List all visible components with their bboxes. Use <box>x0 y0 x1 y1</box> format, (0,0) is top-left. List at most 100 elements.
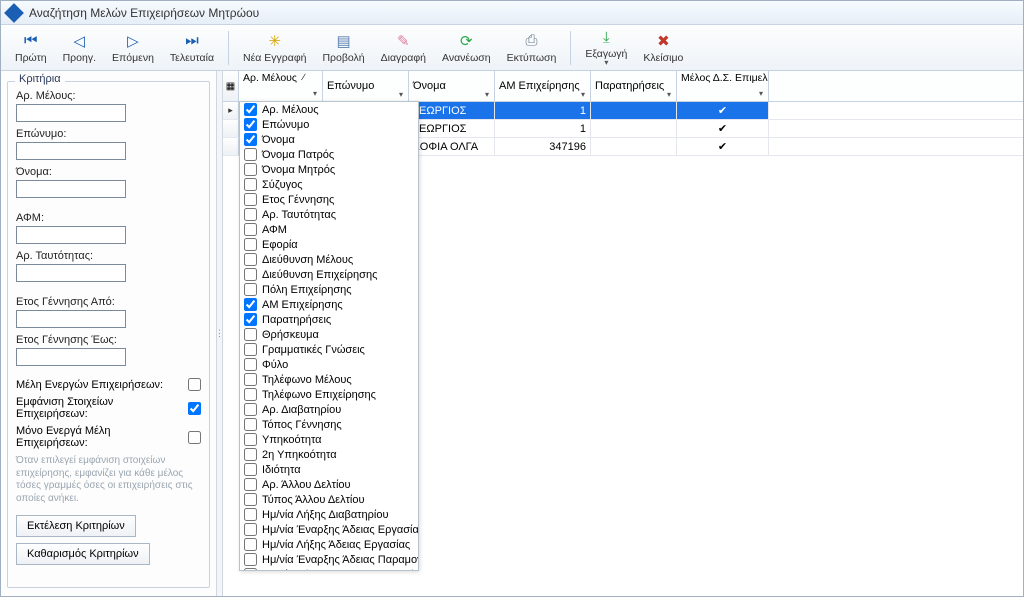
export-button[interactable]: ⤓Εξαγωγή▾ <box>577 26 635 69</box>
ar-melous-input[interactable] <box>16 104 126 122</box>
picker-checkbox[interactable] <box>244 403 257 416</box>
picker-checkbox[interactable] <box>244 373 257 386</box>
col-ar-melous[interactable]: Αρ. Μέλους∕▾ <box>239 71 323 101</box>
dropdown-icon[interactable]: ▾ <box>664 89 674 99</box>
col-paratiriseis[interactable]: Παρατηρήσεις▾ <box>591 71 677 101</box>
picker-item[interactable]: Τηλέφωνο Επιχείρησης <box>240 387 418 402</box>
picker-checkbox[interactable] <box>244 313 257 326</box>
picker-item[interactable]: Διεύθυνση Μέλους <box>240 252 418 267</box>
col-onoma[interactable]: Όνομα▾ <box>409 71 495 101</box>
picker-item[interactable]: Γραμματικές Γνώσεις <box>240 342 418 357</box>
picker-item[interactable]: Ημ/νία Λήξης Άδειας Εργασίας <box>240 537 418 552</box>
picker-item[interactable]: Τηλέφωνο Μέλους <box>240 372 418 387</box>
close-button[interactable]: ✖Κλείσιμο <box>635 30 691 66</box>
first-button[interactable]: ⏮Πρώτη <box>7 30 55 66</box>
picker-item[interactable]: ΑΜ Επιχείρησης <box>240 297 418 312</box>
picker-checkbox[interactable] <box>244 568 257 571</box>
picker-item[interactable]: Όνομα Πατρός <box>240 147 418 162</box>
clear-button[interactable]: Καθαρισμός Κριτηρίων <box>16 543 150 565</box>
picker-item[interactable]: Ιδιότητα <box>240 462 418 477</box>
col-melos-ds[interactable]: Μέλος Δ.Σ. Επιμελητηρίου▾ <box>677 71 769 101</box>
picker-item[interactable]: Σύζυγος <box>240 177 418 192</box>
picker-item[interactable]: Παρατηρήσεις <box>240 312 418 327</box>
column-picker[interactable]: Αρ. ΜέλουςΕπώνυμοΌνομαΌνομα ΠατρόςΌνομα … <box>239 101 419 571</box>
dropdown-icon[interactable]: ▾ <box>482 89 492 99</box>
picker-item[interactable]: Όνομα <box>240 132 418 147</box>
dropdown-icon[interactable]: ▾ <box>756 89 766 99</box>
refresh-button[interactable]: ⟳Ανανέωση <box>434 30 499 66</box>
prev-button[interactable]: ◁Προηγ. <box>55 30 104 66</box>
etos-apo-input[interactable] <box>16 310 126 328</box>
picker-checkbox[interactable] <box>244 163 257 176</box>
picker-checkbox[interactable] <box>244 148 257 161</box>
picker-checkbox[interactable] <box>244 133 257 146</box>
picker-checkbox[interactable] <box>244 463 257 476</box>
ar-taut-input[interactable] <box>16 264 126 282</box>
picker-item[interactable]: Ημ/νία Λήξης Άδειας Παραμονής <box>240 567 418 571</box>
picker-checkbox[interactable] <box>244 268 257 281</box>
etos-eos-input[interactable] <box>16 348 126 366</box>
picker-checkbox[interactable] <box>244 508 257 521</box>
new-button[interactable]: ✳Νέα Εγγραφή <box>235 30 314 66</box>
dropdown-icon[interactable]: ▾ <box>310 89 320 99</box>
eponymo-input[interactable] <box>16 142 126 160</box>
col-am-epix[interactable]: ΑΜ Επιχείρησης▾ <box>495 71 591 101</box>
last-button[interactable]: ⏭Τελευταία <box>162 30 222 66</box>
picker-checkbox[interactable] <box>244 388 257 401</box>
picker-checkbox[interactable] <box>244 178 257 191</box>
picker-checkbox[interactable] <box>244 358 257 371</box>
col-eponymo[interactable]: Επώνυμο▾ <box>323 71 409 101</box>
picker-item[interactable]: Ημ/νία Έναρξης Άδειας Παραμονής <box>240 552 418 567</box>
picker-item[interactable]: Όνομα Μητρός <box>240 162 418 177</box>
picker-checkbox[interactable] <box>244 208 257 221</box>
dropdown-icon[interactable]: ▾ <box>396 89 406 99</box>
picker-item[interactable]: Αρ. Μέλους <box>240 102 418 117</box>
picker-item[interactable]: Τόπος Γέννησης <box>240 417 418 432</box>
picker-checkbox[interactable] <box>244 343 257 356</box>
picker-item[interactable]: Πόλη Επιχείρησης <box>240 282 418 297</box>
picker-checkbox[interactable] <box>244 253 257 266</box>
picker-item[interactable]: Ημ/νία Έναρξης Άδειας Εργασίας <box>240 522 418 537</box>
picker-item[interactable]: ΑΦΜ <box>240 222 418 237</box>
picker-checkbox[interactable] <box>244 448 257 461</box>
picker-item[interactable]: Ετος Γέννησης <box>240 192 418 207</box>
picker-checkbox[interactable] <box>244 523 257 536</box>
picker-checkbox[interactable] <box>244 238 257 251</box>
execute-button[interactable]: Εκτέλεση Κριτηρίων <box>16 515 136 537</box>
picker-checkbox[interactable] <box>244 193 257 206</box>
picker-item[interactable]: Αρ. Άλλου Δελτίου <box>240 477 418 492</box>
mono-energa-checkbox[interactable] <box>188 431 201 444</box>
view-button[interactable]: ▤Προβολή <box>314 30 372 66</box>
picker-checkbox[interactable] <box>244 103 257 116</box>
picker-item[interactable]: Αρ. Ταυτότητας <box>240 207 418 222</box>
picker-item[interactable]: Υπηκοότητα <box>240 432 418 447</box>
row-header-corner[interactable]: ▦ <box>223 71 239 101</box>
print-button[interactable]: ⎙Εκτύπωση <box>499 30 565 66</box>
picker-item[interactable]: Αρ. Διαβατηρίου <box>240 402 418 417</box>
picker-checkbox[interactable] <box>244 118 257 131</box>
picker-checkbox[interactable] <box>244 553 257 566</box>
picker-checkbox[interactable] <box>244 433 257 446</box>
dropdown-icon[interactable]: ▾ <box>578 89 588 99</box>
picker-item[interactable]: Επώνυμο <box>240 117 418 132</box>
picker-item[interactable]: 2η Υπηκοότητα <box>240 447 418 462</box>
picker-checkbox[interactable] <box>244 538 257 551</box>
picker-item[interactable]: Τύπος Άλλου Δελτίου <box>240 492 418 507</box>
picker-checkbox[interactable] <box>244 478 257 491</box>
picker-item[interactable]: Ημ/νία Λήξης Διαβατηρίου <box>240 507 418 522</box>
picker-item[interactable]: Φύλο <box>240 357 418 372</box>
picker-checkbox[interactable] <box>244 493 257 506</box>
picker-item[interactable]: Θρήσκευμα <box>240 327 418 342</box>
picker-checkbox[interactable] <box>244 298 257 311</box>
picker-item[interactable]: Διεύθυνση Επιχείρησης <box>240 267 418 282</box>
meli-energon-checkbox[interactable] <box>188 378 201 391</box>
picker-checkbox[interactable] <box>244 223 257 236</box>
picker-checkbox[interactable] <box>244 418 257 431</box>
onoma-input[interactable] <box>16 180 126 198</box>
picker-checkbox[interactable] <box>244 328 257 341</box>
next-button[interactable]: ▷Επόμενη <box>104 30 162 66</box>
picker-item[interactable]: Εφορία <box>240 237 418 252</box>
emfanisi-checkbox[interactable] <box>188 402 201 415</box>
afm-input[interactable] <box>16 226 126 244</box>
delete-button[interactable]: ✎Διαγραφή <box>373 30 434 66</box>
